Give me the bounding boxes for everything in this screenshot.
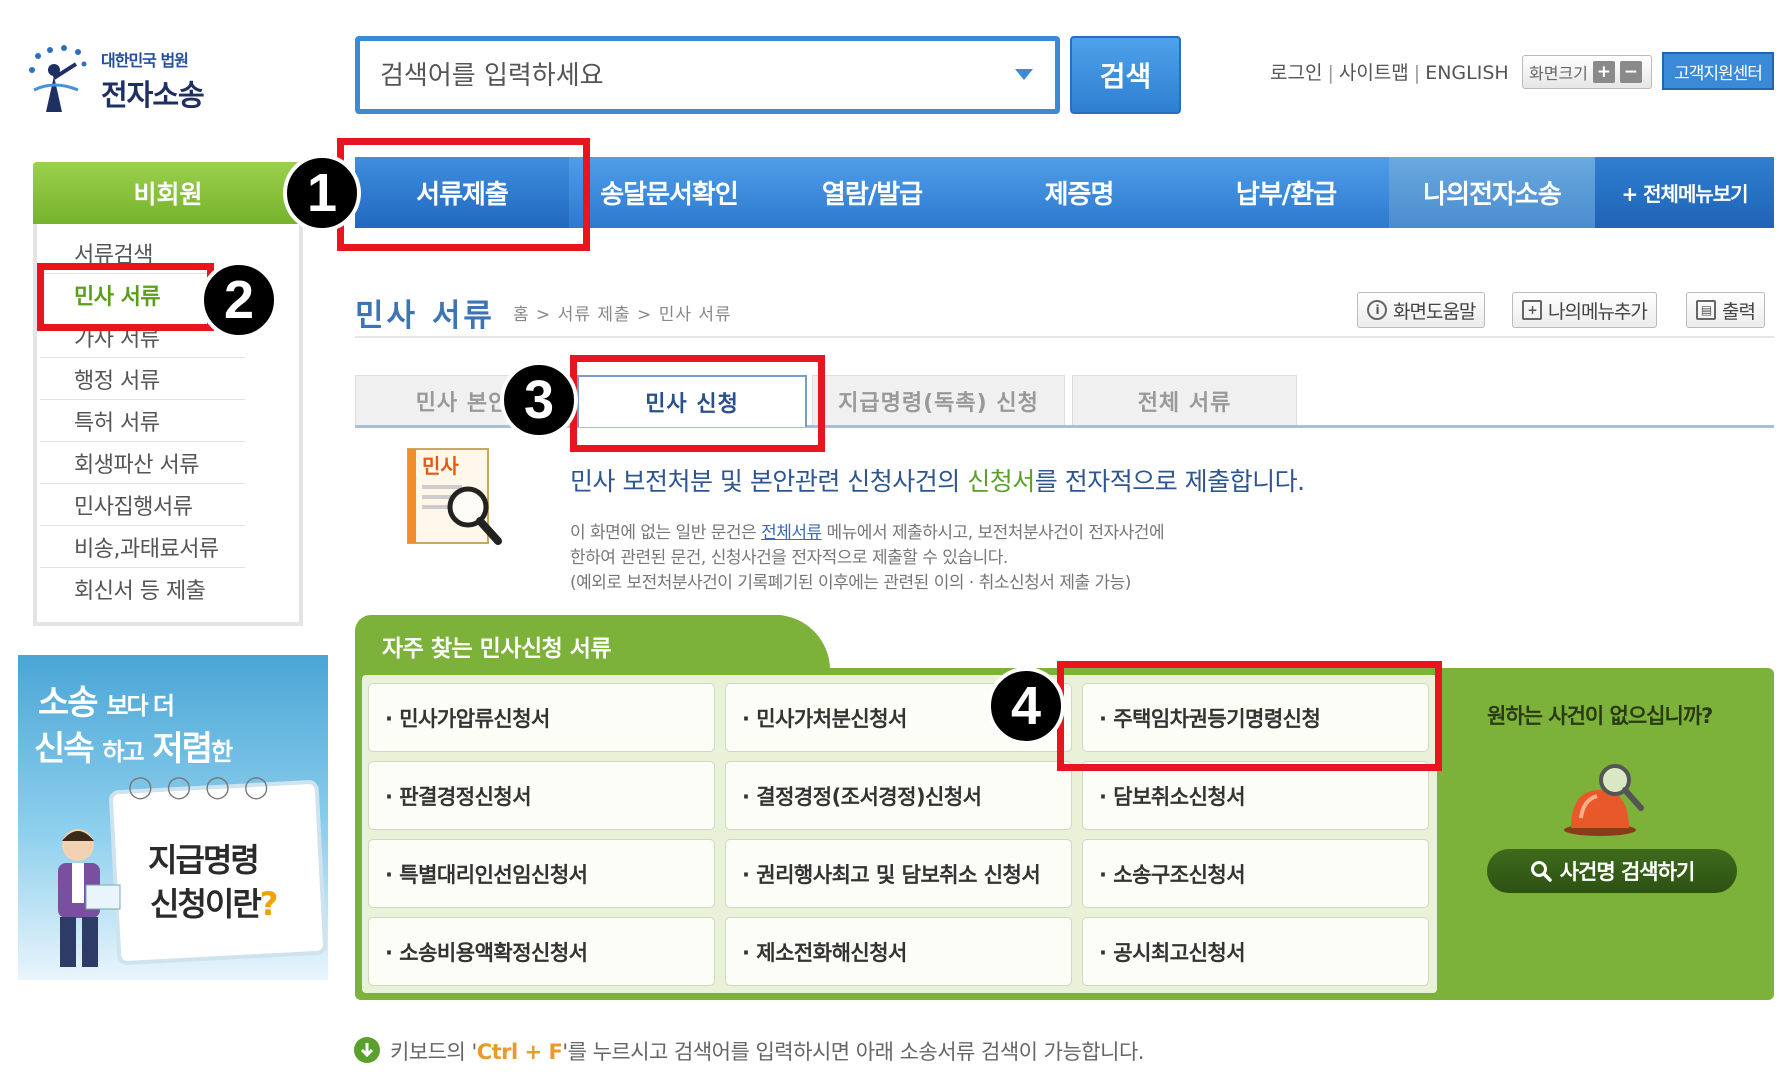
banner-line1: 소송 보다 더	[38, 683, 175, 723]
person-reading-icon	[58, 829, 121, 967]
payment-order-banner[interactable]: 소송 보다 더 신속 하고 저렴한 ◯◯◯◯ 지급명령 신청이란?	[18, 655, 328, 980]
logo-subtitle: 대한민국 법원	[101, 51, 189, 70]
add-my-menu-button[interactable]: + 나의메뉴추가	[1512, 292, 1657, 328]
form-item-rights-exercise-notice[interactable]: · 권리행사최고 및 담보취소 신청서	[725, 839, 1072, 908]
court-logo[interactable]: 대한민국 법원 전자소송	[24, 42, 224, 117]
printer-icon: ▤	[1696, 300, 1716, 320]
banner-card-line2: 신청이란?	[150, 885, 278, 923]
nav-service-check[interactable]: 송달문서확인	[569, 157, 769, 228]
nav-view-issue[interactable]: 열람/발급	[769, 157, 975, 228]
highlight-box-2	[37, 263, 214, 331]
form-item-litigation-aid[interactable]: · 소송구조신청서	[1082, 839, 1429, 908]
form-item-decision-correction[interactable]: · 결정경정(조서경정)신청서	[725, 761, 1072, 830]
customer-center-button[interactable]: 고객지원센터	[1662, 52, 1774, 90]
intro-line3: (예외로 보전처분사건이 기록폐기된 이후에는 관련된 이의 · 취소신청서 제…	[570, 573, 1131, 593]
print-button[interactable]: ▤ 출력	[1686, 292, 1765, 328]
font-size-control: 화면크기 + −	[1522, 55, 1652, 89]
chevron-down-icon[interactable]	[1015, 69, 1033, 80]
sidebar-item-reply-submit[interactable]: 회신서 등 제출	[40, 568, 245, 610]
civil-document-search-icon: 민사	[407, 448, 502, 545]
form-item-judgment-correction[interactable]: · 판결경정신청서	[368, 761, 715, 830]
sidebar-item-non-contentious[interactable]: 비송,과태료서류	[40, 526, 245, 568]
form-item-security-cancellation[interactable]: · 담보취소신청서	[1082, 761, 1429, 830]
nav-all-menu[interactable]: + 전체메뉴보기	[1595, 157, 1774, 228]
banner-line2: 신속 하고 저렴한	[34, 729, 233, 769]
intro-line1: 이 화면에 없는 일반 문건은 전체서류 메뉴에서 제출하시고, 보전처분사건이…	[570, 523, 1165, 543]
add-menu-icon: +	[1522, 300, 1542, 320]
search-input[interactable]	[380, 56, 980, 96]
login-link[interactable]: 로그인	[1270, 62, 1322, 84]
sitemap-link[interactable]: 사이트맵	[1339, 62, 1409, 84]
breadcrumb: 홈 > 서류 제출 > 민사 서류	[513, 305, 732, 325]
english-link[interactable]: ENGLISH	[1425, 62, 1508, 84]
add-menu-label: 나의메뉴추가	[1548, 300, 1648, 323]
step-badge-1: 1	[283, 154, 361, 232]
sidebar-item-bankruptcy[interactable]: 회생파산 서류	[40, 442, 245, 484]
arrow-down-circle-icon	[354, 1037, 380, 1063]
tab-payment-order[interactable]: 지급명령(독촉) 신청	[812, 375, 1065, 425]
step-badge-3: 3	[500, 361, 578, 439]
step-badge-2: 2	[200, 261, 278, 339]
logo-title: 전자소송	[101, 78, 205, 112]
form-item-public-notice[interactable]: · 공시최고신청서	[1082, 917, 1429, 986]
calendar-rings-icon: ◯◯◯◯	[128, 775, 283, 800]
sidebar-heading: 비회원	[33, 162, 303, 224]
sidebar-item-patent[interactable]: 특허 서류	[40, 400, 245, 442]
court-emblem-icon	[29, 45, 87, 112]
step-badge-4: 4	[987, 667, 1065, 745]
font-decrease-button[interactable]: −	[1619, 61, 1642, 83]
highlight-box-3	[570, 355, 825, 452]
highlight-box-4	[1057, 661, 1442, 771]
no-case-question: 원하는 사건이 없으십니까?	[1487, 704, 1713, 728]
sidebar-item-civil-execution[interactable]: 민사집행서류	[40, 484, 245, 526]
alarm-search-icon	[1564, 764, 1644, 836]
ctrl-f-hint: 키보드의 'Ctrl + F'를 누르시고 검색어를 입력하시면 아래 소송서류…	[390, 1040, 1144, 1064]
frequent-panel-tab-edge	[740, 615, 830, 670]
case-name-search-label: 사건명 검색하기	[1559, 860, 1696, 884]
nav-payment-refund[interactable]: 납부/환급	[1183, 157, 1389, 228]
search-button[interactable]: 검색	[1070, 36, 1181, 114]
intro-line2: 한하여 관련된 문건, 신청사건을 전자적으로 제출할 수 있습니다.	[570, 548, 1008, 568]
search-box[interactable]	[355, 36, 1060, 114]
intro-heading: 민사 보전처분 및 본안관련 신청사건의 신청서를 전자적으로 제출합니다.	[570, 467, 1305, 496]
form-item-pre-suit-settlement[interactable]: · 제소전화해신청서	[725, 917, 1072, 986]
search-icon	[1530, 861, 1552, 882]
font-size-label: 화면크기	[1529, 64, 1588, 83]
font-increase-button[interactable]: +	[1592, 61, 1615, 83]
banner-card-line1: 지급명령	[148, 841, 260, 879]
highlight-box-1	[337, 138, 590, 251]
title-divider	[355, 336, 1774, 338]
print-label: 출력	[1722, 300, 1756, 323]
sidebar-item-administrative[interactable]: 행정 서류	[40, 358, 245, 400]
all-documents-link[interactable]: 전체서류	[761, 523, 822, 543]
help-button[interactable]: i 화면도움말	[1357, 292, 1486, 328]
nav-my-e-litigation[interactable]: 나의전자소송	[1389, 157, 1595, 228]
form-item-provisional-attachment[interactable]: · 민사가압류신청서	[368, 683, 715, 752]
help-label: 화면도움말	[1393, 300, 1476, 323]
top-links: 로그인 | 사이트맵 | ENGLISH	[1270, 62, 1509, 84]
form-item-special-representative[interactable]: · 특별대리인선임신청서	[368, 839, 715, 908]
page-title: 민사 서류	[355, 298, 495, 334]
info-icon: i	[1367, 300, 1387, 320]
frequent-forms-title: 자주 찾는 민사신청 서류	[382, 636, 612, 662]
case-name-search-button[interactable]: 사건명 검색하기	[1487, 849, 1737, 893]
form-item-litigation-costs[interactable]: · 소송비용액확정신청서	[368, 917, 715, 986]
civil-icon-label: 민사	[422, 454, 459, 478]
tab-all-documents[interactable]: 전체 서류	[1072, 375, 1297, 425]
nav-certificates[interactable]: 제증명	[975, 157, 1183, 228]
